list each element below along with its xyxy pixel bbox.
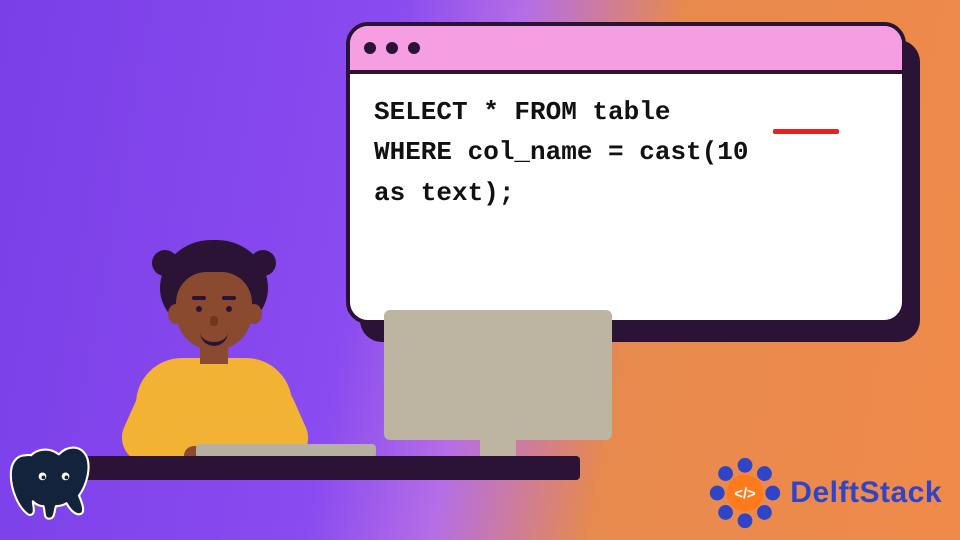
traffic-dot-icon xyxy=(364,42,376,54)
traffic-dot-icon xyxy=(386,42,398,54)
hero-illustration: SELECT * FROM table WHERE col_name = cas… xyxy=(0,0,960,540)
window-body: SELECT * FROM table WHERE col_name = cas… xyxy=(346,22,906,324)
delftstack-badge-icon: </> xyxy=(708,456,782,530)
delftstack-label: DelftStack xyxy=(790,476,942,510)
monitor-body xyxy=(384,310,612,440)
desk xyxy=(60,456,580,480)
svg-text:</>: </> xyxy=(735,487,757,503)
code-line: as text); xyxy=(374,178,514,208)
delftstack-logo: </> DelftStack xyxy=(708,456,942,530)
code-line: WHERE col_name = cast(10 xyxy=(374,137,748,167)
person-ear xyxy=(246,304,262,324)
person-eyebrow xyxy=(192,296,206,300)
code-line: SELECT * FROM table xyxy=(374,97,670,127)
person-eye xyxy=(226,306,232,312)
postgresql-elephant-icon xyxy=(6,438,102,534)
person-eye xyxy=(196,306,202,312)
person-nose xyxy=(210,316,218,326)
code-block: SELECT * FROM table WHERE col_name = cas… xyxy=(350,74,902,213)
person-illustration xyxy=(88,234,318,474)
traffic-dot-icon xyxy=(408,42,420,54)
person-eyebrow xyxy=(222,296,236,300)
code-window: SELECT * FROM table WHERE col_name = cas… xyxy=(346,22,906,324)
person-ear xyxy=(168,304,184,324)
window-titlebar xyxy=(350,26,902,74)
underline-highlight xyxy=(773,129,839,134)
